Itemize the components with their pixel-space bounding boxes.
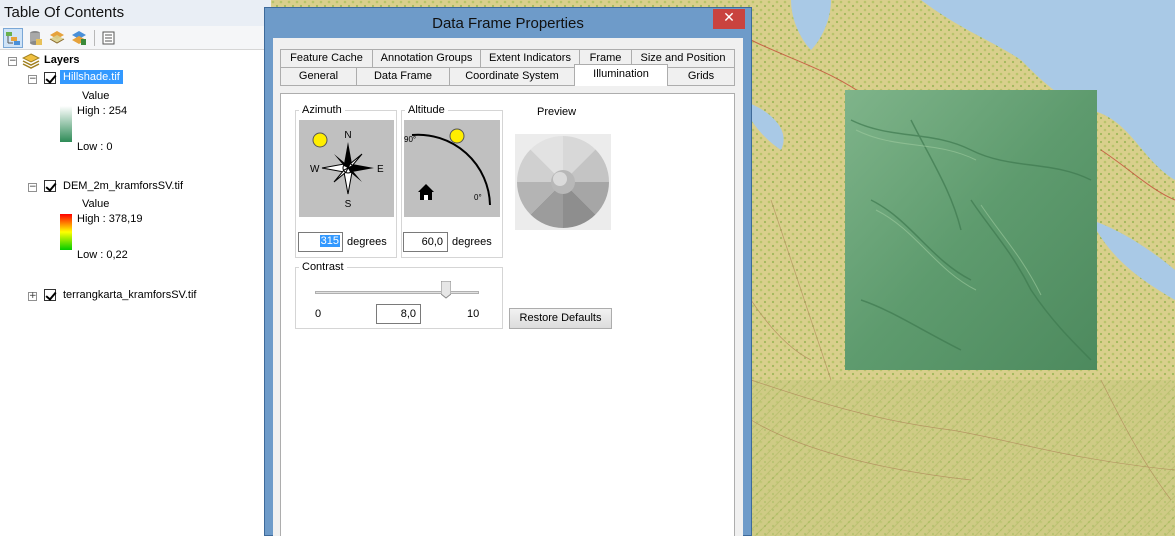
layers-collapse-toggle[interactable]: − xyxy=(8,57,17,66)
hillshade-raster xyxy=(845,90,1097,370)
compass-north-label: N xyxy=(344,130,351,141)
altitude-label: Altitude xyxy=(405,104,448,116)
toc-toolbar xyxy=(0,26,270,50)
tab-illumination[interactable]: Illumination xyxy=(574,64,668,86)
azimuth-unit: degrees xyxy=(347,236,387,248)
azimuth-label: Azimuth xyxy=(299,104,345,116)
list-by-drawing-order-icon[interactable] xyxy=(3,28,23,48)
azimuth-compass-icon[interactable]: N S W E xyxy=(299,120,394,217)
hillshade-low-label: Low : 0 xyxy=(77,141,113,153)
contrast-slider-thumb[interactable] xyxy=(440,280,452,299)
dem-legend-title: Value xyxy=(82,198,110,210)
compass-west-label: W xyxy=(310,164,320,175)
contrast-max-label: 10 xyxy=(467,308,480,320)
hillshade-legend-title: Value xyxy=(82,90,110,102)
layer-name-hillshade[interactable]: Hillshade.tif xyxy=(60,70,123,84)
list-by-visibility-icon[interactable] xyxy=(47,28,67,48)
tab-grids[interactable]: Grids xyxy=(667,67,735,86)
illumination-tab-panel: Azimuth N S W E 315 degrees Altitude 90°… xyxy=(280,93,735,536)
toc-title: Table Of Contents xyxy=(0,0,270,26)
dialog-body: Feature Cache Annotation Groups Extent I… xyxy=(273,38,743,536)
dem-collapse-toggle[interactable]: − xyxy=(28,183,37,192)
layers-root-label[interactable]: Layers xyxy=(44,54,79,66)
azimuth-value: 315 xyxy=(319,235,340,247)
table-of-contents-pane: Table Of Contents − Layers − Hillshade.t… xyxy=(0,0,270,536)
altitude-unit: degrees xyxy=(452,236,492,248)
altitude-input[interactable]: 60,0 xyxy=(403,232,448,252)
altitude-diagram-icon[interactable]: 90° 0° xyxy=(404,120,500,217)
layer-name-dem[interactable]: DEM_2m_kramforsSV.tif xyxy=(63,180,183,192)
contrast-slider-track[interactable] xyxy=(315,291,479,294)
hillshade-color-ramp xyxy=(60,106,72,142)
contrast-min-label: 0 xyxy=(315,308,322,320)
tab-general[interactable]: General xyxy=(280,67,357,86)
toolbar-separator xyxy=(94,30,95,46)
tab-coordinate-system[interactable]: Coordinate System xyxy=(449,67,575,86)
terrangkarta-visibility-checkbox[interactable] xyxy=(44,289,56,301)
contrast-input[interactable]: 8,0 xyxy=(376,304,421,324)
illumination-preview xyxy=(515,134,611,230)
dem-low-label: Low : 0,22 xyxy=(77,249,128,261)
close-icon[interactable]: ✕ xyxy=(713,9,745,29)
dialog-title: Data Frame Properties xyxy=(432,15,584,32)
list-by-source-icon[interactable] xyxy=(25,28,45,48)
hillshade-visibility-checkbox[interactable] xyxy=(44,72,56,84)
dem-high-label: High : 378,19 xyxy=(77,213,143,225)
layers-group-icon xyxy=(22,53,40,69)
layer-name-terrangkarta[interactable]: terrangkarta_kramforsSV.tif xyxy=(63,289,196,301)
tab-annotation-groups[interactable]: Annotation Groups xyxy=(372,49,481,68)
list-by-selection-icon[interactable] xyxy=(69,28,89,48)
altitude-bottom-mark: 0° xyxy=(474,193,482,202)
preview-label: Preview xyxy=(537,106,577,118)
altitude-top-mark: 90° xyxy=(404,135,416,144)
tab-extent-indicators[interactable]: Extent Indicators xyxy=(480,49,580,68)
tab-data-frame[interactable]: Data Frame xyxy=(356,67,450,86)
compass-south-label: S xyxy=(345,199,352,210)
terrangkarta-expand-toggle[interactable]: + xyxy=(28,292,37,301)
contrast-label: Contrast xyxy=(299,261,347,273)
data-frame-properties-dialog: Data Frame Properties ✕ Feature Cache An… xyxy=(264,7,752,536)
hillshade-high-label: High : 254 xyxy=(77,105,128,117)
dem-visibility-checkbox[interactable] xyxy=(44,180,56,192)
dem-color-ramp xyxy=(60,214,72,250)
azimuth-input[interactable]: 315 xyxy=(298,232,343,252)
tab-feature-cache[interactable]: Feature Cache xyxy=(280,49,373,68)
compass-east-label: E xyxy=(377,164,384,175)
options-icon[interactable] xyxy=(98,28,118,48)
restore-defaults-button[interactable]: Restore Defaults xyxy=(509,308,612,329)
hillshade-collapse-toggle[interactable]: − xyxy=(28,75,37,84)
